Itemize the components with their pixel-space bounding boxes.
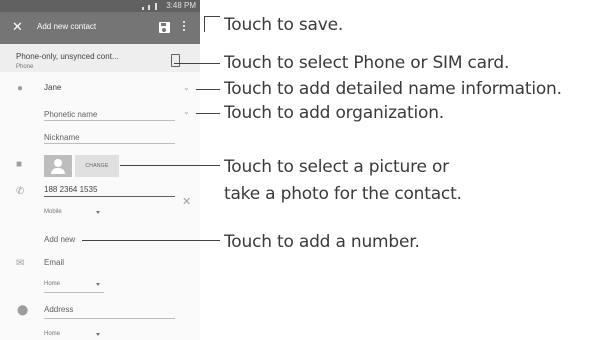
callout-line-organization bbox=[196, 113, 220, 114]
callout-line-save bbox=[204, 16, 220, 17]
account-name: Phone-only, unsynced cont... bbox=[16, 52, 119, 61]
callout-line-name bbox=[196, 89, 220, 90]
phone-number-underline bbox=[44, 196, 175, 197]
callout-line-save bbox=[204, 16, 205, 32]
phone-device-icon bbox=[171, 54, 180, 67]
email-icon: ✉ bbox=[16, 258, 25, 269]
address-input[interactable]: Address bbox=[44, 305, 73, 314]
location-pin-icon: ⬤ bbox=[17, 305, 29, 316]
phonetic-name-underline bbox=[44, 120, 175, 121]
address-underline bbox=[44, 318, 175, 319]
callout-name-detail: Touch to add detailed name information. bbox=[224, 79, 562, 99]
nickname-input[interactable]: Nickname bbox=[44, 133, 80, 142]
phonetic-name-input[interactable]: Phonetic name bbox=[44, 110, 97, 119]
callout-organization: Touch to add organization. bbox=[224, 103, 444, 123]
callout-picture-line2: take a photo for the contact. bbox=[224, 184, 462, 204]
toolbar: ✕ Add new contact bbox=[0, 12, 200, 44]
camera-icon: ■ bbox=[16, 159, 23, 170]
phone-icon: ✆ bbox=[16, 186, 25, 197]
callout-save: Touch to save. bbox=[224, 15, 344, 35]
callout-select-account: Touch to select Phone or SIM card. bbox=[224, 53, 510, 73]
contact-photo-placeholder[interactable] bbox=[44, 155, 72, 177]
callout-add-number: Touch to add a number. bbox=[224, 232, 420, 252]
callout-line-add-number bbox=[82, 240, 220, 241]
callout-picture-line1: Touch to select a picture or bbox=[224, 157, 449, 177]
dropdown-arrow-icon[interactable] bbox=[96, 283, 100, 286]
dropdown-arrow-icon[interactable] bbox=[96, 211, 100, 214]
phone-type-select[interactable]: Mobile bbox=[44, 209, 62, 215]
address-type-select[interactable]: Home bbox=[44, 331, 60, 337]
nickname-underline bbox=[44, 143, 175, 144]
account-selector[interactable]: Phone-only, unsynced cont... Phone bbox=[0, 44, 200, 72]
signal-battery-icons bbox=[142, 2, 162, 28]
email-type-select[interactable]: Home bbox=[44, 281, 60, 287]
status-time: 3:48 PM bbox=[166, 1, 196, 10]
callout-line-account bbox=[174, 63, 220, 64]
add-new-number-button[interactable]: Add new bbox=[44, 235, 75, 244]
email-input[interactable]: Email bbox=[44, 258, 64, 267]
save-icon[interactable] bbox=[159, 22, 170, 33]
email-type-underline bbox=[44, 292, 104, 293]
name-input[interactable]: Jane bbox=[44, 83, 61, 92]
dropdown-arrow-icon[interactable] bbox=[96, 333, 100, 336]
change-photo-button[interactable]: CHANGE bbox=[75, 155, 119, 177]
account-type: Phone bbox=[16, 64, 34, 70]
phone-screen: 3:48 PM ✕ Add new contact Phone-only, un… bbox=[0, 0, 200, 340]
chevron-down-icon[interactable]: ⌄ bbox=[183, 107, 190, 116]
more-options-icon[interactable] bbox=[183, 20, 186, 34]
close-icon[interactable]: ✕ bbox=[12, 19, 23, 35]
toolbar-title: Add new contact bbox=[37, 22, 97, 31]
clear-icon[interactable]: ✕ bbox=[182, 195, 191, 208]
status-bar: 3:48 PM bbox=[0, 0, 200, 28]
callout-line-picture bbox=[120, 165, 220, 166]
phone-number-input[interactable]: 188 2364 1535 bbox=[44, 185, 97, 194]
person-icon: ● bbox=[17, 83, 24, 94]
chevron-down-icon[interactable]: ⌄ bbox=[183, 83, 190, 92]
